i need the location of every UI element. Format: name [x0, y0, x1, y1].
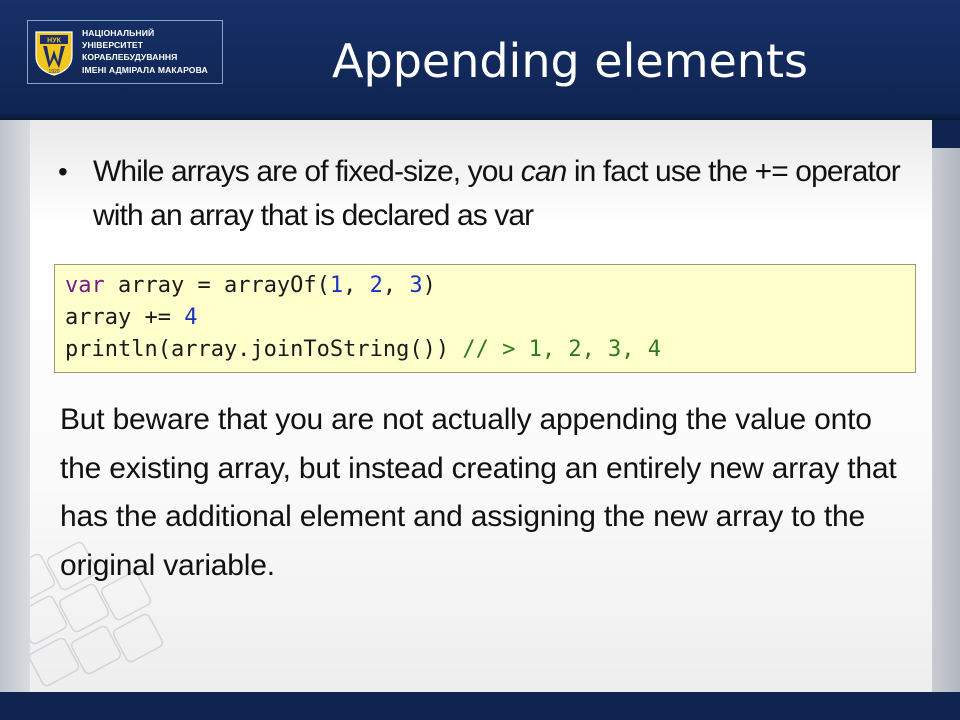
- code-text: ): [422, 273, 436, 298]
- code-line-2: array += 4: [65, 302, 915, 334]
- university-name-line: КОРАБЛЕБУДУВАННЯ: [82, 52, 178, 63]
- code-number: 2: [369, 273, 383, 298]
- code-text: array = arrayOf(: [104, 273, 330, 298]
- bullet-text-start: While arrays are of fixed-size, you: [93, 155, 521, 188]
- code-number: 3: [409, 273, 423, 298]
- code-block: var array = arrayOf(1, 2, 3) array += 4 pr…: [54, 264, 916, 373]
- code-number: 4: [184, 305, 198, 330]
- university-emblem-icon: НУК 1920: [35, 31, 73, 76]
- right-frame-corner: [932, 120, 960, 148]
- code-text: array +=: [65, 305, 185, 330]
- slide-header: НУК 1920 НАЦІОНАЛЬНИЙ УНІВЕРСИТЕТ КОРАБЛ…: [0, 0, 960, 120]
- code-comment: // > 1, 2, 3, 4: [462, 337, 662, 362]
- bullet-dot-icon: •: [58, 156, 68, 187]
- emblem-year: 1920: [48, 69, 59, 75]
- university-name-line: ІМЕНІ АДМІРАЛА МАКАРОВА: [82, 64, 208, 75]
- code-text: println(array.joinToString()): [65, 337, 463, 362]
- code-text: ,: [343, 273, 370, 298]
- bullet-emphasis: can: [520, 155, 568, 188]
- code-line-1: var array = arrayOf(1, 2, 3): [65, 270, 915, 302]
- code-keyword: var: [65, 273, 105, 298]
- code-line-3: println(array.joinToString()) // > 1, 2,…: [65, 334, 915, 366]
- university-name-line: НАЦІОНАЛЬНИЙ: [82, 28, 155, 38]
- bullet-text: While arrays are of fixed-size, you can …: [93, 150, 913, 238]
- university-name-line: УНІВЕРСИТЕТ: [82, 40, 144, 51]
- right-frame: [932, 120, 960, 692]
- code-number: 1: [329, 273, 344, 298]
- code-text: ,: [382, 273, 410, 298]
- left-frame: [0, 120, 30, 692]
- university-logo: НУК 1920 НАЦІОНАЛЬНИЙ УНІВЕРСИТЕТ КОРАБЛ…: [27, 20, 223, 84]
- header-shadow: [0, 112, 960, 120]
- slide-title: Appending elements: [332, 34, 808, 88]
- emblem-abbr: НУК: [47, 38, 61, 45]
- slide-footer: [0, 692, 960, 720]
- explanation-paragraph: But beware that you are not actually app…: [60, 403, 897, 582]
- university-name: НАЦІОНАЛЬНИЙ УНІВЕРСИТЕТ КОРАБЛЕБУДУВАНН…: [82, 27, 222, 76]
